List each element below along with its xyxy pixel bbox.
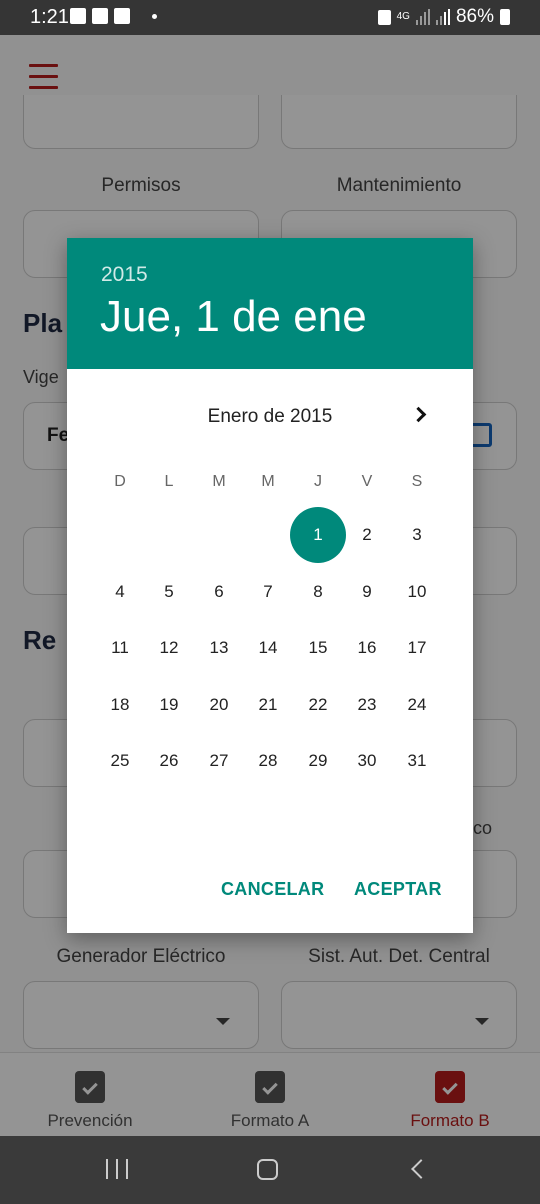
date-picker-dialog: 2015 Jue, 1 de ene Enero de 2015 DLMMJVS… [67,238,473,933]
calendar-day[interactable]: 8 [290,564,346,620]
calendar-day[interactable]: 27 [191,733,247,789]
battery-percent: 86% [455,6,494,27]
calendar-day[interactable]: 19 [141,677,197,733]
calendar-day[interactable]: 14 [240,620,296,676]
calendar-day[interactable]: 20 [191,677,247,733]
calendar-day[interactable]: 7 [240,564,296,620]
home-icon[interactable] [257,1159,278,1180]
battery-saver-icon [377,9,391,25]
calendar-day[interactable]: 15 [290,620,346,676]
network-type: 4G [396,11,410,22]
calendar-day[interactable]: 9 [339,564,395,620]
weekday-label: D [114,473,126,490]
calendar-day[interactable]: 22 [290,677,346,733]
calendar-day[interactable]: 29 [290,733,346,789]
calendar-day[interactable]: 6 [191,564,247,620]
calendar-day[interactable]: 28 [240,733,296,789]
checkbox-icon [114,8,130,24]
calendar-day[interactable]: 3 [389,507,445,563]
signal-icon [415,9,430,25]
back-icon[interactable] [411,1159,431,1179]
weekday-label: M [261,473,275,490]
next-month-button[interactable] [409,403,433,427]
accept-button[interactable]: ACEPTAR [354,879,442,900]
calendar-day[interactable]: 5 [141,564,197,620]
calendar-day[interactable]: 4 [92,564,148,620]
weekday-label: L [164,473,174,490]
chevron-right-icon [410,406,427,423]
calendar-day[interactable]: 30 [339,733,395,789]
gallery-icon [70,8,86,24]
calendar-day[interactable]: 2 [339,507,395,563]
weekday-label: V [361,473,373,490]
calendar-day-selected[interactable]: 1 [290,507,346,563]
more-notifications-icon [152,13,157,19]
calendar-day[interactable]: 25 [92,733,148,789]
calendar-day[interactable]: 31 [389,733,445,789]
calendar-day[interactable]: 13 [191,620,247,676]
calendar-day[interactable]: 23 [339,677,395,733]
calendar-day[interactable]: 16 [339,620,395,676]
weekday-label: S [411,473,423,490]
calendar-day[interactable]: 11 [92,620,148,676]
calendar-day[interactable]: 17 [389,620,445,676]
calendar-day[interactable]: 10 [389,564,445,620]
header-date: Jue, 1 de ene [100,292,367,341]
calendar-day[interactable]: 12 [141,620,197,676]
signal-icon-2 [435,9,450,25]
notification-icons [70,8,157,24]
weekday-label: J [314,473,322,490]
calendar-day[interactable]: 26 [141,733,197,789]
shopping-bag-icon [92,8,108,24]
system-navigation-bar [0,1136,540,1204]
battery-icon [500,9,510,25]
status-time: 1:21 [30,6,69,28]
calendar-day[interactable]: 24 [389,677,445,733]
date-picker-header: 2015 Jue, 1 de ene [67,238,473,369]
calendar-day[interactable]: 18 [92,677,148,733]
recent-apps-icon[interactable] [106,1159,128,1179]
header-year[interactable]: 2015 [101,263,148,287]
status-bar: 1:21 4G 86% [0,0,540,35]
calendar-day[interactable]: 21 [240,677,296,733]
cancel-button[interactable]: CANCELAR [221,879,324,900]
weekday-label: M [212,473,226,490]
